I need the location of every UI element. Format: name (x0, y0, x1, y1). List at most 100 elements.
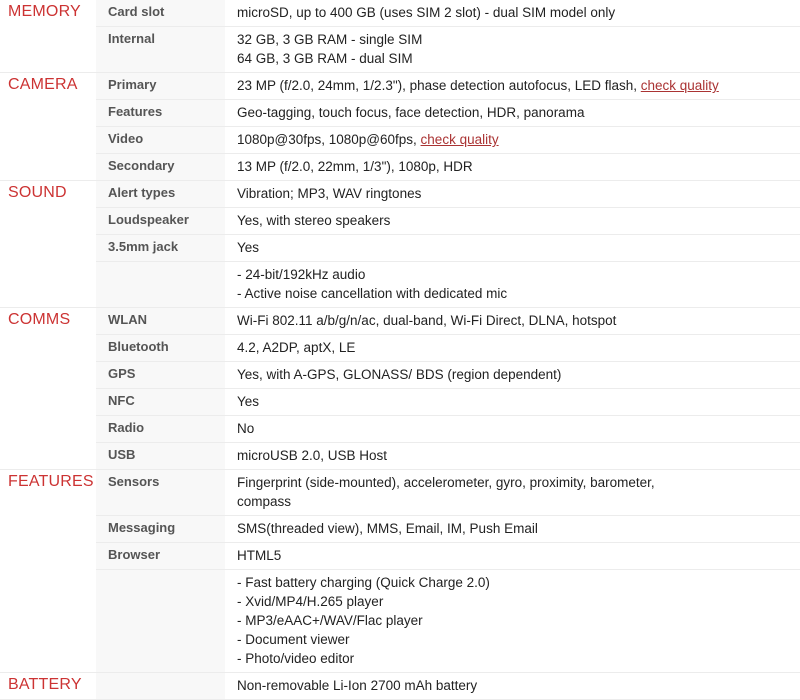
table-row: NFC Yes (0, 388, 800, 416)
spec-value-cell: Yes, with A-GPS, GLONASS/ BDS (region de… (225, 361, 800, 389)
table-row: - 24-bit/192kHz audio - Active noise canc… (0, 261, 800, 308)
spec-label-primary: Primary (96, 72, 225, 100)
spec-label-text: Primary (108, 77, 157, 92)
category-cell-sound: SOUND (0, 180, 96, 308)
spec-value-text: - Xvid/MP4/H.265 player (237, 594, 384, 609)
spec-value-text: - Fast battery charging (Quick Charge 2.… (237, 575, 490, 590)
spec-value-text: Non-removable Li-Ion 2700 mAh battery (237, 678, 478, 693)
spec-value-cell: 23 MP (f/2.0, 24mm, 1/2.3"), phase detec… (225, 72, 800, 100)
spec-value-cell: Yes (225, 234, 800, 262)
table-row: Secondary 13 MP (f/2.0, 22mm, 1/3"), 1080… (0, 153, 800, 181)
spec-value-line: Non-removable Li-Ion 2700 mAh battery (237, 677, 792, 695)
table-row: 3.5mm jack Yes (0, 234, 800, 262)
spec-label-text: Messaging (108, 520, 176, 535)
spec-label-text: Alert types (108, 185, 176, 200)
spec-value-cell: Wi-Fi 802.11 a/b/g/n/ac, dual-band, Wi-F… (225, 307, 800, 335)
table-row: Messaging SMS(threaded view), MMS, Email,… (0, 515, 800, 543)
spec-value-text: - Photo/video editor (237, 651, 355, 666)
check-quality-link[interactable]: check quality (421, 132, 499, 147)
spec-label-empty (96, 261, 225, 308)
spec-label-bluetooth: Bluetooth (96, 334, 225, 362)
spec-table-body: MEMORY Card slot microSD, up to 400 GB (us… (0, 0, 800, 700)
table-row: Bluetooth 4.2, A2DP, aptX, LE (0, 334, 800, 362)
spec-value-text: - MP3/eAAC+/WAV/Flac player (237, 613, 423, 628)
spec-value-text: Geo-tagging, touch focus, face detection… (237, 105, 585, 120)
spec-value-cell: Vibration; MP3, WAV ringtones (225, 180, 800, 208)
spec-label-features: Features (96, 99, 225, 127)
spec-label-text: 3.5mm jack (108, 239, 179, 254)
table-row: USB microUSB 2.0, USB Host (0, 442, 800, 470)
spec-value-text: compass (237, 494, 292, 509)
spec-value-line: 32 GB, 3 GB RAM - single SIM (237, 30, 792, 49)
spec-label-text: GPS (108, 366, 136, 381)
check-quality-link[interactable]: check quality (641, 78, 719, 93)
spec-value-line: - 24-bit/192kHz audio (237, 265, 792, 284)
spec-value-cell: 1080p@30fps, 1080p@60fps, check quality (225, 126, 800, 154)
spec-label-text: Features (108, 104, 163, 119)
spec-value-text: 64 GB, 3 GB RAM - dual SIM (237, 51, 413, 66)
category-cell-comms: COMMS (0, 307, 96, 470)
table-row: Loudspeaker Yes, with stereo speakers (0, 207, 800, 235)
spec-value-text: 4.2, A2DP, aptX, LE (237, 340, 356, 355)
spec-value-line: - Xvid/MP4/H.265 player (237, 592, 792, 611)
spec-value-cell: 32 GB, 3 GB RAM - single SIM 64 GB, 3 GB … (225, 26, 800, 73)
spec-value-line: - Active noise cancellation with dedicat… (237, 284, 792, 303)
spec-label-gps: GPS (96, 361, 225, 389)
spec-value-line: Yes, with A-GPS, GLONASS/ BDS (region de… (237, 366, 792, 384)
spec-value-line: Yes, with stereo speakers (237, 212, 792, 230)
category-label: CAMERA (8, 76, 78, 93)
spec-value-cell: No (225, 415, 800, 443)
spec-value-text: Yes (237, 394, 260, 409)
spec-value-cell: - Fast battery charging (Quick Charge 2.… (225, 569, 800, 673)
spec-label-internal: Internal (96, 26, 225, 73)
spec-value-line: - Fast battery charging (Quick Charge 2.… (237, 573, 792, 592)
spec-label-text: NFC (108, 393, 135, 408)
spec-value-cell: Yes, with stereo speakers (225, 207, 800, 235)
spec-value-line: microSD, up to 400 GB (uses SIM 2 slot) … (237, 4, 792, 22)
spec-label-text: Bluetooth (108, 339, 169, 354)
spec-label-loudspeaker: Loudspeaker (96, 207, 225, 235)
spec-label-text: Sensors (108, 474, 160, 489)
spec-label-3-5mm-jack: 3.5mm jack (96, 234, 225, 262)
spec-label-video: Video (96, 126, 225, 154)
table-row: BATTERY Non-removable Li-Ion 2700 mAh bat… (0, 672, 800, 700)
spec-value-cell: Non-removable Li-Ion 2700 mAh battery (225, 672, 800, 700)
spec-value-line: 4.2, A2DP, aptX, LE (237, 339, 792, 357)
category-label: COMMS (8, 311, 71, 328)
spec-value-cell: HTML5 (225, 542, 800, 570)
spec-value-text: 1080p@30fps, 1080p@60fps, (237, 132, 421, 147)
spec-value-line: Vibration; MP3, WAV ringtones (237, 185, 792, 203)
spec-value-cell: Geo-tagging, touch focus, face detection… (225, 99, 800, 127)
spec-value-line: 13 MP (f/2.0, 22mm, 1/3"), 1080p, HDR (237, 158, 792, 176)
spec-value-cell: SMS(threaded view), MMS, Email, IM, Push… (225, 515, 800, 543)
category-label: BATTERY (8, 676, 82, 693)
spec-value-text: Fingerprint (side-mounted), acceleromete… (237, 475, 655, 490)
spec-value-text: microSD, up to 400 GB (uses SIM 2 slot) … (237, 5, 616, 20)
category-label: FEATURES (8, 473, 94, 490)
spec-label-text: Card slot (108, 4, 165, 19)
table-row: MEMORY Card slot microSD, up to 400 GB (us… (0, 0, 800, 73)
spec-value-text: SMS(threaded view), MMS, Email, IM, Push… (237, 521, 538, 536)
spec-label-messaging: Messaging (96, 515, 225, 543)
table-row: Internal 32 GB, 3 GB RAM - single SIM 64 G… (0, 26, 800, 73)
spec-label-wlan: WLAN (96, 307, 225, 335)
spec-label-empty (96, 569, 225, 673)
category-label: SOUND (8, 184, 67, 201)
spec-value-text: Yes, with A-GPS, GLONASS/ BDS (region de… (237, 367, 562, 382)
spec-label-text: WLAN (108, 312, 147, 327)
spec-value-text: - Document viewer (237, 632, 350, 647)
spec-label-text: Browser (108, 547, 161, 562)
spec-label-text: Video (108, 131, 144, 146)
spec-label-text: Internal (108, 31, 155, 46)
spec-value-line: microUSB 2.0, USB Host (237, 447, 792, 465)
spec-value-line: SMS(threaded view), MMS, Email, IM, Push… (237, 520, 792, 538)
category-label: MEMORY (8, 3, 81, 20)
table-row: Video 1080p@30fps, 1080p@60fps, check qua… (0, 126, 800, 154)
spec-value-line: - Document viewer (237, 630, 792, 649)
spec-label-nfc: NFC (96, 388, 225, 416)
spec-label-usb: USB (96, 442, 225, 470)
spec-value-text: No (237, 421, 255, 436)
table-row: Radio No (0, 415, 800, 443)
spec-label-radio: Radio (96, 415, 225, 443)
spec-value-line: Yes (237, 239, 792, 257)
